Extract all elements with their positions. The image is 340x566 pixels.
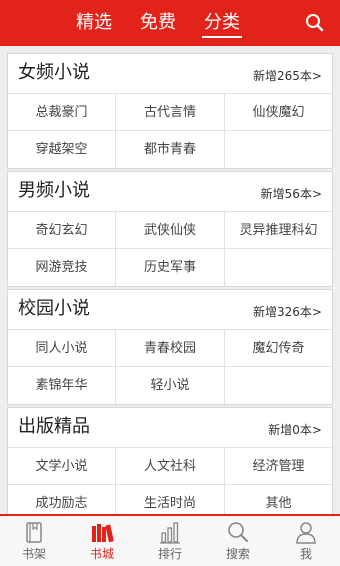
category-item[interactable]: 文学小说 <box>8 448 116 485</box>
category-item[interactable]: 素锦年华 <box>8 367 116 404</box>
nav-search[interactable]: 搜索 <box>204 516 272 566</box>
category-grid: 奇幻玄幻 武侠仙侠 灵异推理科幻 网游竞技 历史军事 <box>8 212 332 286</box>
category-list[interactable]: 女频小说 新增265本> 总裁豪门 古代言情 仙侠魔幻 穿越架空 都市青春 男频… <box>0 46 340 514</box>
nav-me[interactable]: 我 <box>272 516 340 566</box>
section-title: 校园小说 <box>18 298 90 319</box>
nav-label: 书城 <box>89 547 114 561</box>
search-button[interactable] <box>302 10 328 36</box>
section-header: 出版精品 新增0本> <box>8 408 332 448</box>
tab-free[interactable]: 免费 <box>138 0 178 46</box>
category-grid: 同人小说 青春校园 魔幻传奇 素锦年华 轻小说 <box>8 330 332 404</box>
nav-label: 书架 <box>21 547 46 561</box>
search-icon <box>228 522 248 542</box>
section-campus-novels: 校园小说 新增326本> 同人小说 青春校园 魔幻传奇 素锦年华 轻小说 <box>7 289 333 405</box>
top-bar: 精选 免费 分类 <box>0 0 340 46</box>
category-item[interactable]: 都市青春 <box>116 131 225 168</box>
section-header: 女频小说 新增265本> <box>8 54 332 94</box>
category-item[interactable]: 同人小说 <box>8 330 116 367</box>
new-count-link[interactable]: 新增0本> <box>268 422 322 438</box>
nav-bookstore[interactable]: 书城 <box>68 516 136 566</box>
section-title: 女频小说 <box>18 62 90 83</box>
category-item[interactable]: 总裁豪门 <box>8 94 116 131</box>
category-item[interactable]: 青春校园 <box>116 330 225 367</box>
new-count-link[interactable]: 新增326本> <box>253 304 322 320</box>
category-item[interactable]: 历史军事 <box>116 249 225 286</box>
new-count-link[interactable]: 新增265本> <box>253 68 322 84</box>
category-item[interactable]: 其他 <box>225 485 332 514</box>
section-male-novels: 男频小说 新增56本> 奇幻玄幻 武侠仙侠 灵异推理科幻 网游竞技 历史军事 <box>7 171 333 287</box>
category-item[interactable]: 生活时尚 <box>116 485 225 514</box>
nav-bookshelf[interactable]: 书架 <box>0 516 68 566</box>
section-title: 出版精品 <box>18 416 90 437</box>
nav-label: 搜索 <box>225 547 250 561</box>
category-item[interactable]: 奇幻玄幻 <box>8 212 116 249</box>
user-icon <box>296 522 316 544</box>
empty-cell <box>225 131 332 168</box>
category-item[interactable]: 仙侠魔幻 <box>225 94 332 131</box>
empty-cell <box>225 249 332 286</box>
section-header: 校园小说 新增326本> <box>8 290 332 330</box>
category-grid: 总裁豪门 古代言情 仙侠魔幻 穿越架空 都市青春 <box>8 94 332 168</box>
search-icon <box>306 14 324 32</box>
category-item[interactable]: 魔幻传奇 <box>225 330 332 367</box>
section-published-picks: 出版精品 新增0本> 文学小说 人文社科 经济管理 成功励志 生活时尚 其他 <box>7 407 333 514</box>
category-item[interactable]: 古代言情 <box>116 94 225 131</box>
ranking-icon <box>160 522 180 544</box>
section-header: 男频小说 新增56本> <box>8 172 332 212</box>
category-item[interactable]: 经济管理 <box>225 448 332 485</box>
tab-categories[interactable]: 分类 <box>202 0 242 46</box>
section-title: 男频小说 <box>18 180 90 201</box>
category-item[interactable]: 人文社科 <box>116 448 225 485</box>
nav-label: 我 <box>299 547 312 561</box>
bookstore-icon <box>92 524 114 543</box>
bookshelf-icon <box>26 522 42 543</box>
section-female-novels: 女频小说 新增265本> 总裁豪门 古代言情 仙侠魔幻 穿越架空 都市青春 <box>7 53 333 169</box>
empty-cell <box>225 367 332 404</box>
category-item[interactable]: 穿越架空 <box>8 131 116 168</box>
category-grid: 文学小说 人文社科 经济管理 成功励志 生活时尚 其他 <box>8 448 332 514</box>
nav-label: 排行 <box>157 547 182 561</box>
category-item[interactable]: 武侠仙侠 <box>116 212 225 249</box>
bottom-nav: 书架 书城 排行 搜索 我 <box>0 514 340 566</box>
tab-featured[interactable]: 精选 <box>74 0 114 46</box>
new-count-link[interactable]: 新增56本> <box>261 186 322 202</box>
category-item[interactable]: 轻小说 <box>116 367 225 404</box>
category-item[interactable]: 网游竞技 <box>8 249 116 286</box>
nav-ranking[interactable]: 排行 <box>136 516 204 566</box>
category-item[interactable]: 灵异推理科幻 <box>225 212 332 249</box>
top-tabs: 精选 免费 分类 <box>74 0 242 46</box>
category-item[interactable]: 成功励志 <box>8 485 116 514</box>
